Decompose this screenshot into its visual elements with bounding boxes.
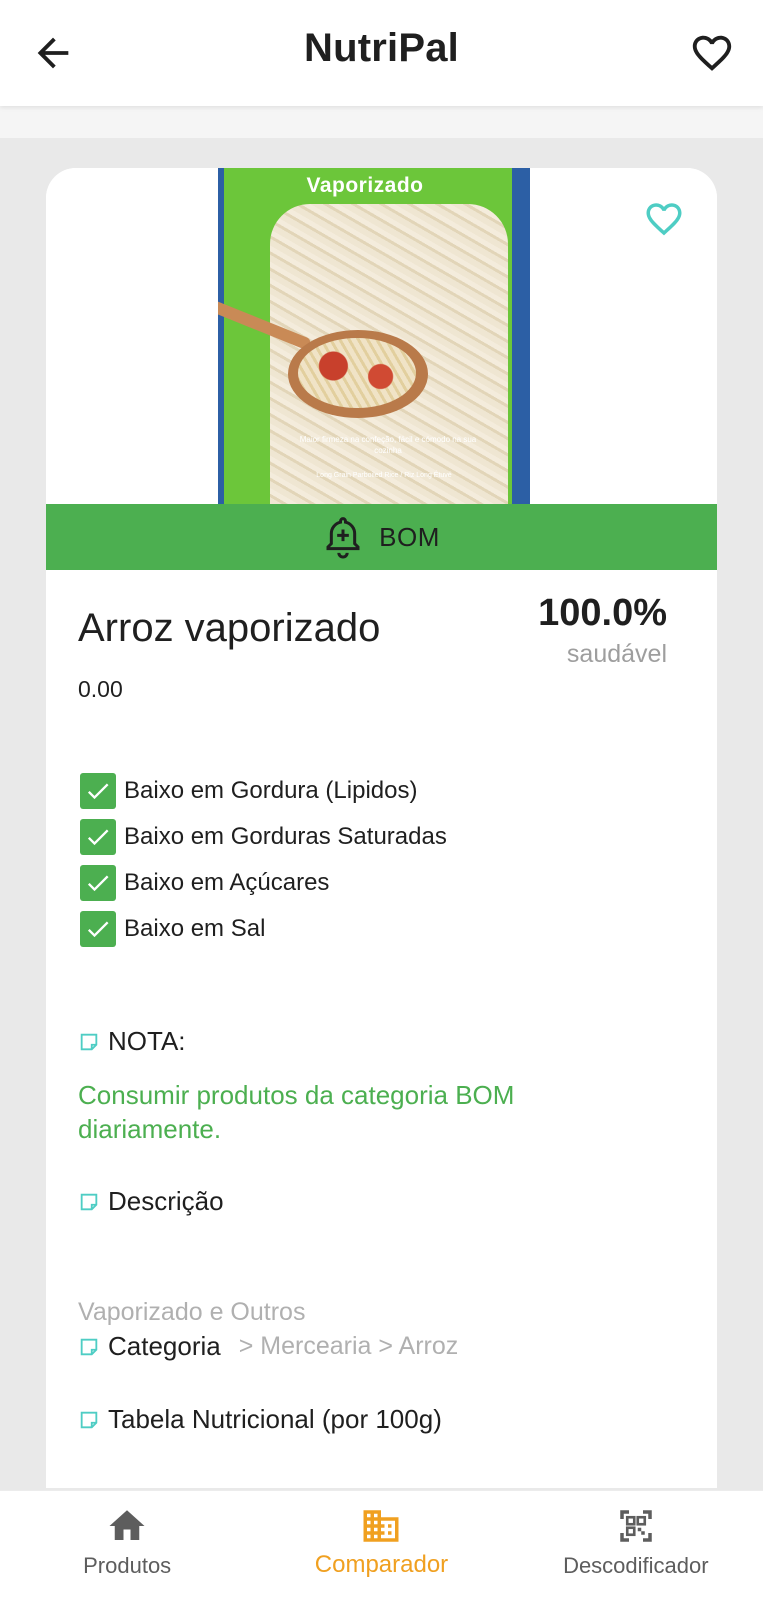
building-icon bbox=[363, 1510, 399, 1542]
feature-label: Baixo em Gordura (Lipidos) bbox=[124, 777, 418, 804]
package-caption-secondary: Long Grain Parboiled Rice / Riz Long Étu… bbox=[316, 472, 452, 479]
health-score-label: saudável bbox=[566, 640, 667, 668]
package-brand-text: Vaporizado bbox=[306, 174, 424, 197]
nav-item-comparador[interactable]: Comparador bbox=[254, 1491, 508, 1600]
favorite-heart-icon[interactable] bbox=[687, 30, 737, 76]
checkbox-checked-icon bbox=[80, 865, 116, 901]
feature-list: Baixo em Gordura (Lipidos) Baixo em Gord… bbox=[80, 768, 447, 952]
description-title: Descrição bbox=[108, 1186, 224, 1216]
product-favorite-heart-icon[interactable] bbox=[641, 198, 687, 240]
header-shadow-band bbox=[0, 106, 763, 138]
nav-item-descodificador[interactable]: Descodificador bbox=[509, 1491, 763, 1600]
product-card: Vaporizado Maior firmeza na confeção, fá… bbox=[46, 168, 717, 1488]
description-value: Vaporizado e Outros bbox=[78, 1298, 306, 1326]
nav-label-produtos: Produtos bbox=[83, 1553, 172, 1578]
note-text: Consumir produtos da categoria BOM diari… bbox=[78, 1080, 515, 1144]
feature-item: Baixo em Gorduras Saturadas bbox=[80, 814, 447, 860]
feature-label: Baixo em Gorduras Saturadas bbox=[124, 823, 447, 850]
sticky-note-icon bbox=[80, 1338, 98, 1355]
sticky-note-icon bbox=[80, 1033, 98, 1050]
checkbox-checked-icon bbox=[80, 773, 116, 809]
product-image: Vaporizado Maior firmeza na confeção, fá… bbox=[218, 168, 530, 504]
rating-label: BOM bbox=[379, 521, 440, 552]
note-section-title: NOTA: bbox=[78, 1026, 186, 1057]
checkbox-checked-icon bbox=[80, 819, 116, 855]
feature-label: Baixo em Açúcares bbox=[124, 869, 330, 896]
product-price: 0.00 bbox=[78, 676, 123, 702]
bell-plus-icon bbox=[326, 517, 360, 559]
category-title: Categoria bbox=[108, 1331, 221, 1361]
package-caption: Maior firmeza na confeção, fácil e cómod… bbox=[299, 435, 477, 455]
sticky-note-icon bbox=[80, 1193, 98, 1210]
sticky-note-icon bbox=[80, 1411, 98, 1428]
nav-label-descodificador: Descodificador bbox=[563, 1553, 709, 1578]
category-path[interactable]: > Mercearia > Arroz bbox=[239, 1332, 459, 1361]
checkbox-checked-icon bbox=[80, 911, 116, 947]
app-title: NutriPal bbox=[304, 26, 459, 70]
nav-label-comparador: Comparador bbox=[314, 1551, 449, 1578]
nutrition-title: Tabela Nutricional (por 100g) bbox=[108, 1404, 442, 1434]
feature-label: Baixo em Sal bbox=[124, 915, 266, 942]
product-name: Arroz vaporizado bbox=[78, 606, 381, 650]
nutrition-section-title[interactable]: Tabela Nutricional (por 100g) bbox=[78, 1404, 442, 1435]
product-image-area: Vaporizado Maior firmeza na confeção, fá… bbox=[46, 168, 717, 504]
nav-item-produtos[interactable]: Produtos bbox=[0, 1491, 254, 1600]
rating-bar: BOM bbox=[46, 504, 717, 570]
category-section-title: Categoria > Mercearia > Arroz bbox=[78, 1331, 458, 1362]
bottom-navigation: Produtos Comparador Descodificador bbox=[0, 1490, 763, 1600]
app-bar: NutriPal bbox=[0, 0, 763, 106]
health-score: 100.0% bbox=[538, 592, 667, 634]
feature-item: Baixo em Gordura (Lipidos) bbox=[80, 768, 447, 814]
qr-scan-icon bbox=[620, 1510, 652, 1542]
home-icon bbox=[109, 1510, 145, 1540]
feature-item: Baixo em Açúcares bbox=[80, 860, 447, 906]
feature-item: Baixo em Sal bbox=[80, 906, 447, 952]
note-title: NOTA: bbox=[108, 1026, 186, 1056]
description-section-title: Descrição bbox=[78, 1186, 224, 1217]
